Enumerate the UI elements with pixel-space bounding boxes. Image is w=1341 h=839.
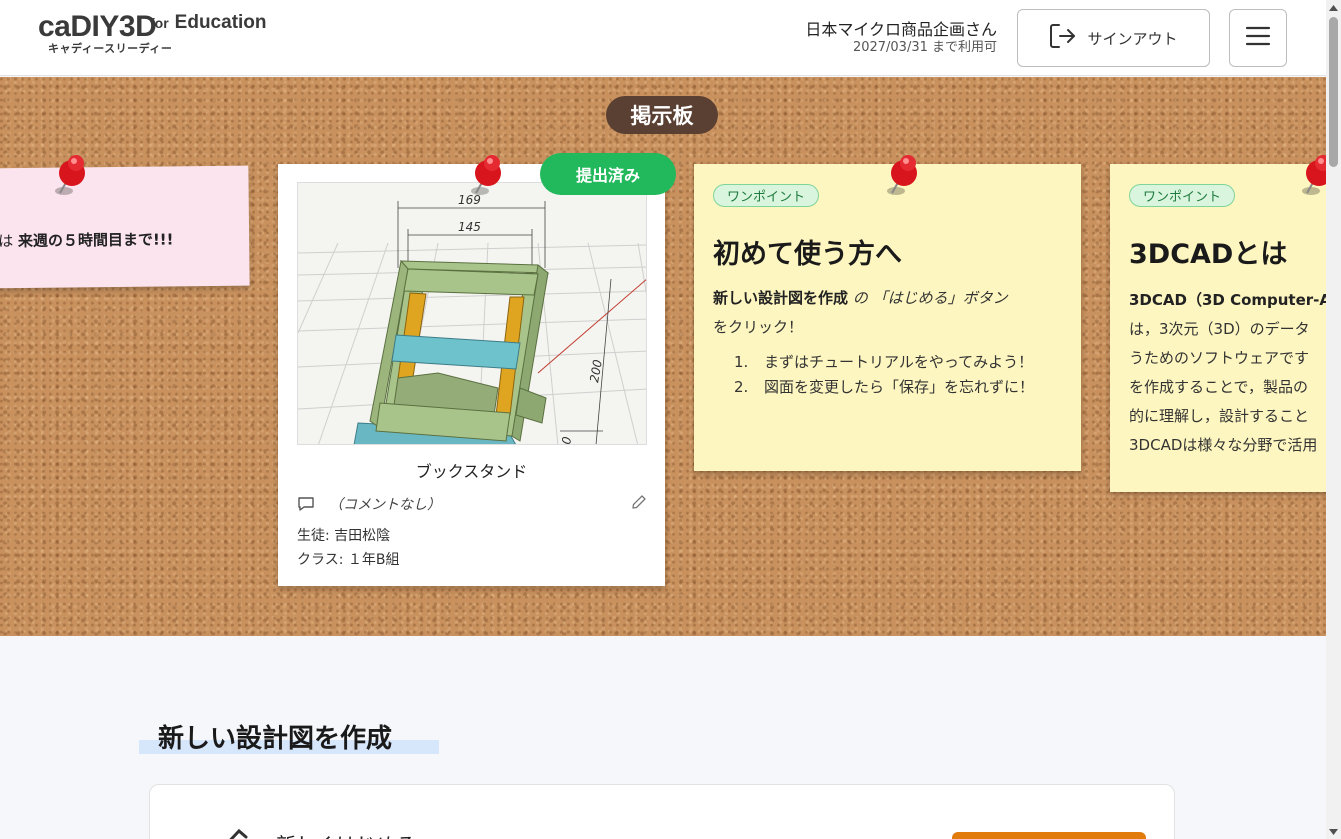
comment-text: （コメントなし） [329, 497, 441, 513]
tip-body-mid: の [848, 289, 873, 307]
design-card[interactable]: 169 145 200 0 ブックスタンド （コメントなし） 生徒: 吉田松陰 … [278, 164, 665, 586]
new-design-card[interactable]: 新しくはじめる [149, 784, 1175, 839]
tip-list: 1. まずはチュートリアルをやってみよう！ 2. 図面を変更したら「保存」を忘れずに… [734, 352, 1044, 402]
tip-note-3dcad[interactable]: ワンポイント 3DCADとは 3DCAD（3D Computer-A は，3次元… [1110, 164, 1326, 492]
tip-body: 新しい設計図を作成 の 「はじめる」ボタンをクリック！ [713, 284, 1058, 342]
tip-note-getting-started[interactable]: ワンポイント 初めて使う方へ 新しい設計図を作成 の 「はじめる」ボタンをクリッ… [694, 164, 1081, 471]
tip-body: 3DCAD（3D Computer-A は，3次元（3D）のデータ うためのソフ… [1129, 286, 1326, 460]
tip-line: うためのソフトウェアです [1129, 349, 1310, 367]
hamburger-menu-button[interactable] [1229, 9, 1287, 67]
user-name: 日本マイクロ商品企画さん [805, 20, 997, 39]
scrollbar-thumb[interactable] [1329, 17, 1338, 167]
tip-line: 3DCAD（3D Computer-A [1129, 291, 1326, 309]
list-number: 1. [734, 353, 749, 371]
tip-body-italic: 「はじめる」ボタン [872, 289, 1008, 307]
pink-note[interactable]: は 来週の５時間目まで!!! [0, 165, 250, 289]
user-info: 日本マイクロ商品企画さん 2027/03/31 まで利用可 [805, 20, 997, 56]
onepoint-tag: ワンポイント [1129, 184, 1236, 207]
push-pin-icon [52, 151, 88, 201]
license-expiry: 2027/03/31 まで利用可 [852, 40, 997, 55]
tip-heading: 初めて使う方へ [713, 239, 902, 270]
tip-line: は，3次元（3D）のデータ [1129, 320, 1310, 338]
list-text: 図面を変更したら「保存」を忘れずに！ [764, 378, 1035, 396]
tip-line: 的に理解し，設計すること [1129, 407, 1310, 425]
scroll-down-icon[interactable] [1326, 824, 1341, 839]
comment-icon [297, 496, 315, 516]
design-thumbnail[interactable]: 169 145 200 0 [297, 182, 647, 445]
student-name: 生徒: 吉田松陰 [297, 528, 391, 544]
tip-body-end: をクリック！ [713, 318, 804, 336]
pink-note-prefix: は [0, 232, 19, 251]
logo-for: for [150, 15, 169, 31]
list-item: 2. 図面を変更したら「保存」を忘れずに！ [734, 377, 1044, 397]
pencil-stroke-icon [194, 827, 254, 839]
scroll-up-icon[interactable] [1326, 0, 1341, 15]
section-title-new-design: 新しい設計図を作成 [158, 724, 393, 754]
submitted-badge: 提出済み [540, 153, 676, 195]
board-title: 掲示板 [606, 96, 718, 134]
design-name: ブックスタンド [415, 462, 528, 481]
logo-edition: for Education [150, 12, 267, 34]
signout-icon [1049, 23, 1077, 53]
class-name: クラス: １年B組 [297, 552, 400, 568]
page-scrollbar[interactable] [1326, 0, 1341, 839]
hamburger-menu-icon [1245, 25, 1271, 51]
start-button[interactable] [952, 832, 1146, 839]
list-text: まずはチュートリアルをやってみよう！ [764, 353, 1034, 371]
logo-sub-text: キャディースリーディー [48, 42, 173, 55]
push-pin-icon [884, 151, 920, 201]
onepoint-tag: ワンポイント [713, 184, 820, 207]
pencil-icon[interactable] [631, 494, 647, 514]
tip-heading: 3DCADとは [1129, 239, 1288, 270]
push-pin-icon [468, 151, 504, 201]
push-pin-icon [1299, 151, 1326, 201]
signout-label: サインアウト [1087, 29, 1178, 48]
list-item: 1. まずはチュートリアルをやってみよう！ [734, 352, 1044, 372]
signout-button[interactable]: サインアウト [1017, 9, 1210, 67]
list-number: 2. [734, 378, 749, 396]
app-header: caDIY3D キャディースリーディー for Education 日本マイクロ商… [0, 0, 1326, 76]
comment-row: （コメントなし） [297, 494, 647, 514]
logo-education: Education [174, 12, 267, 33]
pink-note-text: は 来週の５時間目まで!!! [0, 228, 174, 251]
dim-145: 145 [458, 220, 481, 234]
pink-note-deadline: 来週の５時間目まで!!! [17, 230, 174, 251]
tip-body-bold: 新しい設計図を作成 [713, 289, 849, 307]
new-design-label: 新しくはじめる [276, 829, 416, 839]
bulletin-board: 掲示板 は 来週の５時間目まで!!! 169 145 200 0 ブックスタンド… [0, 77, 1326, 636]
tip-line: を作成することで，製品の [1129, 378, 1308, 396]
tip-line: 3DCADは様々な分野で活用 [1129, 436, 1318, 454]
